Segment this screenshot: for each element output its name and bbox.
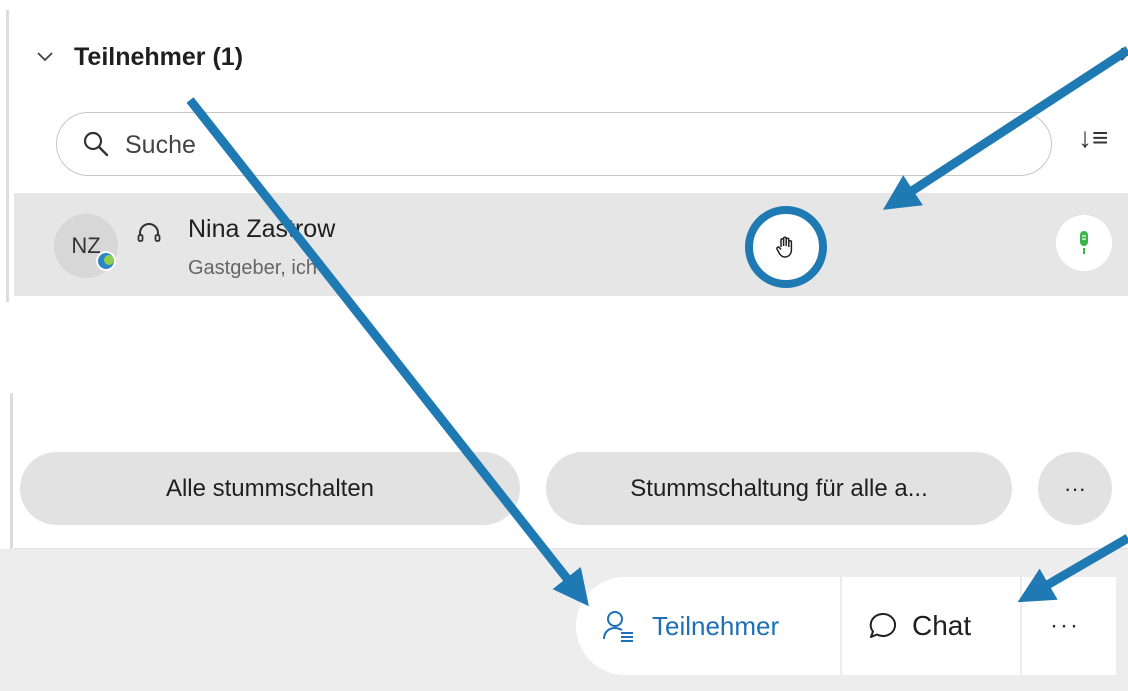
raised-hand-highlight [745,206,827,288]
participant-name: Nina Zastrow [188,215,336,243]
microphone-button[interactable] [1056,215,1112,271]
tab-participants-label: Teilnehmer [652,610,780,641]
toolbar-separator [1020,577,1022,675]
participants-header: Teilnehmer (1) × [30,30,1128,86]
search-icon [83,131,109,157]
search-box[interactable] [56,112,1052,176]
mute-all-button[interactable]: Alle stummschalten [20,452,520,525]
more-actions-button[interactable]: ··· [1038,452,1112,525]
unmute-all-button[interactable]: Stummschaltung für alle a... [546,452,1012,525]
toolbar-separator [840,577,842,675]
headset-icon [137,223,161,242]
tab-participants[interactable]: Teilnehmer [602,577,779,675]
chevron-down-icon[interactable] [36,48,54,66]
chat-icon [869,612,897,638]
microphone-icon [1080,231,1088,254]
tab-chat[interactable]: Chat [868,577,971,675]
panel-title: Teilnehmer (1) [74,43,244,71]
toolbar-more-button[interactable]: ··· [1050,577,1080,675]
avatar-initials: NZ [71,233,101,258]
panel-left-border-lower [10,393,13,553]
more-icon: ··· [1050,612,1080,639]
participant-row[interactable]: NZ Nina Zastrow Gastgeber, ich [14,193,1128,296]
close-icon[interactable]: × [1118,38,1128,72]
meeting-toolbar: Teilnehmer Chat ··· [576,577,1116,675]
panel-left-border [6,10,9,302]
participant-role: Gastgeber, ich [188,257,317,279]
presence-status-icon [96,251,116,271]
sort-icon[interactable]: ↓≡ [1078,122,1108,154]
tab-chat-label: Chat [912,610,972,641]
raised-hand-icon[interactable] [774,235,798,259]
participants-icon [603,611,633,642]
search-input[interactable] [123,123,1007,167]
